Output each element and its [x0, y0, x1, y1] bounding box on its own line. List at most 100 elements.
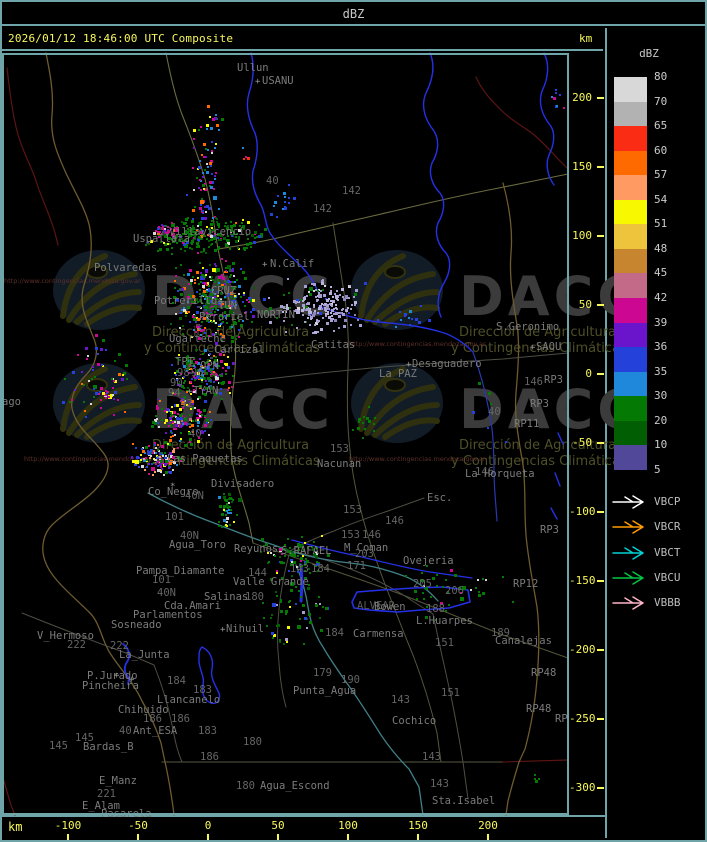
radar-echo: [171, 253, 173, 255]
radar-echo: [373, 423, 375, 425]
radar-echo: [163, 474, 165, 476]
radar-echo: [307, 317, 309, 319]
radar-echo: [225, 222, 227, 224]
radar-echo: [297, 307, 300, 310]
map-place-label: Carrizal: [214, 344, 265, 356]
radar-echo: [211, 150, 213, 152]
radar-echo: [246, 299, 248, 301]
radar-echo: [170, 430, 172, 432]
map-station-marker: *: [170, 482, 175, 492]
radar-echo: [218, 276, 221, 279]
radar-echo: [91, 378, 93, 380]
radar-echo: [224, 499, 226, 501]
radar-echo: [196, 242, 199, 245]
radar-echo: [353, 296, 355, 298]
radar-echo: [228, 509, 230, 511]
radar-echo: [211, 375, 213, 377]
radar-echo: [296, 327, 298, 329]
radar-echo: [470, 589, 472, 591]
radar-echo: [201, 198, 203, 200]
radar-echo: [135, 447, 137, 449]
map-place-label: 40: [266, 175, 279, 187]
radar-echo: [214, 175, 216, 177]
map-place-label: SAOU: [536, 341, 561, 353]
radar-echo: [227, 356, 229, 358]
radar-map-area: DACC Dirección de Agricultura y Contingenc…: [2, 52, 637, 820]
radar-echo: [161, 445, 164, 448]
radar-echo: [304, 285, 307, 288]
radar-echo: [218, 248, 220, 250]
radar-echo: [232, 362, 235, 365]
radar-echo: [156, 407, 159, 410]
radar-echo: [88, 380, 90, 382]
radar-echo: [304, 309, 306, 311]
radar-echo: [221, 373, 223, 375]
radar-echo: [204, 424, 207, 427]
radar-echo: [93, 396, 95, 398]
map-place-label: 153: [330, 443, 349, 455]
radar-echo: [331, 305, 333, 307]
radar-echo: [216, 124, 219, 127]
radar-echo: [200, 281, 202, 283]
map-place-label: Uspallata: [133, 233, 190, 245]
radar-echo: [206, 171, 209, 174]
radar-echo: [212, 268, 216, 272]
radar-echo: [204, 206, 206, 208]
radar-echo: [487, 427, 489, 429]
radar-echo: [302, 304, 305, 307]
radar-echo: [300, 596, 302, 598]
radar-echo: [211, 243, 213, 245]
map-place-label: Ant_ESA: [133, 725, 178, 737]
radar-echo: [210, 165, 212, 167]
radar-echo: [204, 349, 207, 352]
bottom-axis-tick-mark: [207, 834, 209, 840]
map-place-label: 146: [362, 529, 381, 541]
radar-echo: [148, 445, 150, 447]
radar-echo: [100, 348, 103, 351]
map-place-label: 171: [347, 560, 366, 572]
map-place-label: E_Manz: [99, 775, 137, 787]
radar-echo: [203, 409, 206, 412]
radar-echo: [341, 309, 343, 311]
radar-echo: [201, 154, 203, 156]
radar-echo: [203, 156, 205, 158]
radar-echo: [450, 569, 453, 572]
radar-echo: [318, 307, 321, 310]
radar-echo: [206, 163, 208, 165]
map-place-label: 142: [342, 185, 361, 197]
radar-echo: [141, 448, 143, 450]
radar-echo: [200, 272, 202, 274]
radar-echo: [534, 778, 536, 780]
map-place-label: 184: [325, 627, 344, 639]
radar-echo: [300, 557, 303, 560]
radar-echo: [303, 297, 306, 300]
radar-echo: [169, 471, 172, 474]
radar-echo: [194, 379, 196, 381]
radar-echo: [231, 336, 234, 339]
map-place-label: Bardas_B: [83, 741, 134, 753]
radar-echo: [454, 574, 457, 577]
radar-echo: [231, 326, 233, 328]
radar-echo: [197, 409, 200, 412]
radar-echo: [204, 415, 206, 417]
watermark-url: http://www.contingencias.mendoza.gov.ar: [349, 340, 486, 348]
radar-echo: [420, 305, 422, 307]
radar-echo: [227, 512, 229, 514]
radar-echo: [192, 420, 194, 422]
radar-echo: [300, 560, 302, 562]
radar-echo: [357, 319, 359, 321]
bottom-axis-tick-label: -100: [54, 819, 82, 832]
radar-echo: [169, 439, 172, 442]
dbz-scale-value: 54: [654, 192, 668, 206]
map-place-label: Desaguadero: [412, 358, 482, 370]
radar-echo: [490, 403, 492, 405]
radar-echo: [357, 427, 360, 430]
radar-echo: [230, 281, 232, 283]
radar-echo: [184, 380, 186, 382]
radar-echo: [358, 418, 361, 421]
radar-echo: [155, 452, 157, 454]
radar-echo: [283, 294, 285, 296]
map-place-label: 145: [49, 740, 68, 752]
radar-echo: [228, 493, 231, 496]
radar-echo: [209, 181, 212, 184]
